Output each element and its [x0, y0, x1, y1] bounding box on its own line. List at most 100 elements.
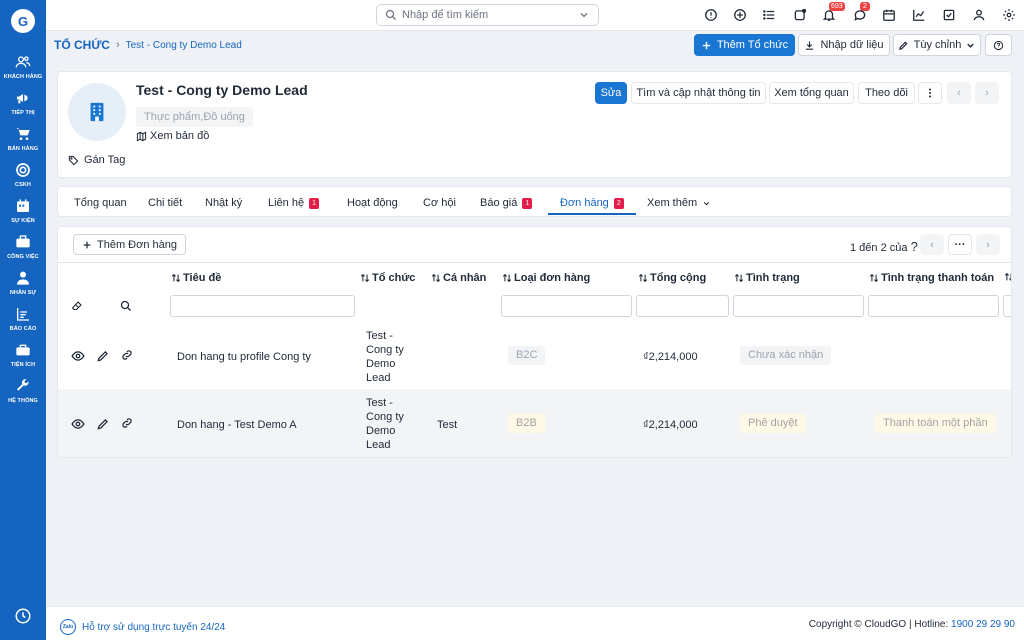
checkbox-icon[interactable] [941, 7, 957, 23]
tasks-icon[interactable] [792, 7, 808, 23]
sidebar-item-events[interactable]: SỰ KIỆN [0, 196, 46, 232]
megaphone-icon [0, 90, 46, 108]
message-badge: 2 [860, 2, 870, 11]
search-icon[interactable] [120, 300, 132, 312]
column-header-payment-status[interactable]: Tình trạng thanh toán [869, 272, 994, 284]
pencil-icon[interactable] [96, 349, 110, 363]
sidebar-item-system[interactable]: HỆ THỐNG [0, 376, 46, 412]
column-header-total[interactable]: Tổng cộng [638, 272, 706, 284]
clock-icon[interactable] [14, 607, 32, 625]
filter-more-input[interactable] [1003, 295, 1011, 317]
support-icon [0, 162, 46, 180]
sort-icon [171, 273, 181, 283]
eye-icon[interactable] [71, 349, 85, 363]
sidebar-item-label: CSKH [15, 182, 31, 188]
eraser-icon[interactable] [71, 300, 83, 312]
column-header-title[interactable]: Tiêu đề [171, 272, 221, 284]
link-icon[interactable] [121, 349, 133, 361]
tab-activities[interactable]: Hoạt động [347, 197, 398, 209]
customize-button[interactable]: Tùy chỉnh [893, 34, 981, 56]
sidebar-item-hr[interactable]: NHÂN SỰ [0, 268, 46, 304]
add-organization-button[interactable]: Thêm Tổ chức [694, 34, 795, 56]
order-title[interactable]: Don hang tu profile Cong ty [177, 351, 311, 363]
global-search[interactable] [376, 4, 599, 26]
next-page-button[interactable]: › [976, 234, 1000, 255]
chevron-right-icon: › [986, 238, 990, 251]
eye-icon[interactable] [71, 417, 85, 431]
lookup-update-button[interactable]: Tìm và cập nhật thông tin [631, 82, 766, 104]
order-title[interactable]: Don hang - Test Demo A [177, 419, 297, 431]
breadcrumb-record[interactable]: Test - Cong ty Demo Lead [126, 40, 242, 51]
list-icon[interactable] [761, 7, 777, 23]
column-header-organization[interactable]: Tổ chức [360, 272, 415, 284]
chart-icon[interactable] [911, 7, 927, 23]
industry-tag: Thực phẩm,Đồ uống [136, 107, 253, 127]
sidebar-item-sales[interactable]: BÁN HÀNG [0, 124, 46, 160]
column-header-person[interactable]: Cá nhân [431, 272, 486, 284]
view-map-link[interactable]: Xem bản đồ [136, 130, 209, 142]
chevron-right-icon: › [115, 39, 120, 51]
tab-orders[interactable]: Đơn hàng 2 [560, 197, 624, 209]
previous-page-button[interactable]: ‹ [920, 234, 944, 255]
total-unknown-link[interactable]: ? [911, 239, 918, 254]
sidebar-item-customers[interactable]: KHÁCH HÀNG [0, 52, 46, 88]
edit-button[interactable]: Sửa [595, 82, 627, 104]
more-actions-button[interactable] [918, 82, 942, 104]
online-support-link[interactable]: Zalo Hỗ trợ sử dụng trực tuyến 24/24 [60, 619, 225, 635]
sidebar-item-utilities[interactable]: TIỆN ÍCH [0, 340, 46, 376]
follow-button[interactable]: Theo dõi [858, 82, 915, 104]
import-data-button[interactable]: Nhập dữ liệu [798, 34, 890, 56]
breadcrumb-module[interactable]: TỔ CHỨC [54, 38, 110, 52]
add-circle-icon[interactable] [732, 7, 748, 23]
filter-payment-status-input[interactable] [868, 295, 999, 317]
order-person[interactable]: Test [437, 419, 457, 431]
column-header-status[interactable]: Tình trạng [734, 272, 800, 284]
tab-details[interactable]: Chi tiết [148, 197, 182, 209]
filter-title-input[interactable] [170, 295, 355, 317]
sidebar-item-tasks[interactable]: CÔNG VIỆC [0, 232, 46, 268]
table-row[interactable]: Don hang - Test Demo A Test - Cong ty De… [58, 389, 1011, 457]
chevron-down-icon[interactable] [578, 9, 590, 21]
search-input[interactable] [402, 9, 578, 21]
pencil-icon[interactable] [96, 417, 110, 431]
order-organization[interactable]: Test - Cong ty Demo Lead [366, 329, 416, 385]
link-icon[interactable] [121, 417, 133, 429]
filter-total-input[interactable] [636, 295, 729, 317]
filter-order-type-input[interactable] [501, 295, 632, 317]
page-options-button[interactable]: ··· [948, 234, 972, 255]
map-icon [136, 131, 147, 141]
pen-icon [898, 40, 908, 50]
add-order-button[interactable]: Thêm Đơn hàng [73, 234, 186, 255]
bell-icon[interactable]: 693 [821, 2, 845, 23]
sidebar-item-reports[interactable]: BÁO CÁO [0, 304, 46, 340]
next-record-button[interactable]: › [975, 82, 999, 104]
assign-tag-link[interactable]: Gán Tag [68, 154, 125, 166]
overview-button[interactable]: Xem tổng quan [769, 82, 854, 104]
tab-opportunities[interactable]: Cơ hội [423, 197, 456, 209]
settings-icon[interactable] [1001, 7, 1017, 23]
chat-icon[interactable]: 2 [852, 2, 870, 23]
filter-status-input[interactable] [733, 295, 864, 317]
tab-log[interactable]: Nhật ký [205, 197, 242, 209]
tab-quotes[interactable]: Báo giá 1 [480, 197, 533, 209]
tab-contacts[interactable]: Liên hệ 1 [268, 197, 319, 209]
help-button[interactable] [985, 34, 1012, 56]
column-header-order-type[interactable]: Loại đơn hàng [502, 272, 590, 284]
sidebar-item-label: HỆ THỐNG [8, 398, 38, 404]
order-type-badge: B2C [508, 346, 546, 365]
column-header-more[interactable] [1004, 272, 1011, 282]
calendar-icon[interactable] [881, 7, 897, 23]
hotline-number[interactable]: 1900 29 29 90 [951, 619, 1015, 630]
sidebar-item-cskh[interactable]: CSKH [0, 160, 46, 196]
app-logo[interactable]: G [11, 9, 35, 33]
tab-overview[interactable]: Tổng quan [74, 197, 127, 209]
sidebar-item-label: BÁN HÀNG [7, 146, 39, 152]
info-icon[interactable] [703, 7, 719, 23]
sidebar-item-marketing[interactable]: TIẾP THỊ [0, 88, 46, 124]
order-organization[interactable]: Test - Cong ty Demo Lead [366, 396, 416, 452]
tab-more[interactable]: Xem thêm [647, 197, 711, 209]
table-row[interactable]: Don hang tu profile Cong ty Test - Cong … [58, 323, 1011, 389]
orders-panel: Thêm Đơn hàng 1 đến 2 của ? ‹ ··· › Tiêu… [57, 226, 1012, 458]
previous-record-button[interactable]: ‹ [947, 82, 971, 104]
user-icon[interactable] [971, 7, 987, 23]
